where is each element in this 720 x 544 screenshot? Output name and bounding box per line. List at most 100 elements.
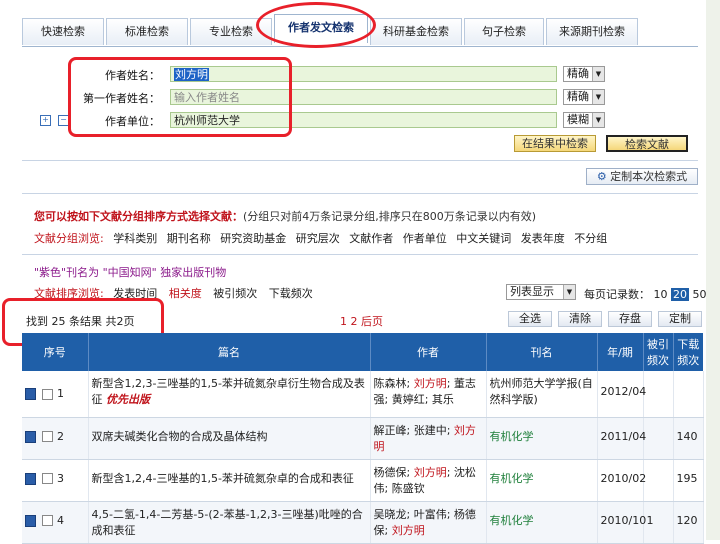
results-table: 序号 篇名 作者 刊名 年/期 被引频次 下载频次 1 新型含1,2,3-三唑基… xyxy=(22,333,704,544)
search-in-results-button[interactable]: 在结果中检索 xyxy=(514,135,596,152)
search-docs-button[interactable]: 检索文献 xyxy=(606,135,688,152)
tab-sentence-search[interactable]: 句子检索 xyxy=(464,18,544,45)
authors[interactable]: 解正峰; 张建中; xyxy=(374,424,454,437)
group-option[interactable]: 研究资助基金 xyxy=(220,232,286,245)
author-name-field[interactable]: 刘方明 xyxy=(170,66,557,82)
row-number: 1 xyxy=(57,387,64,400)
authors[interactable]: 陈森林; xyxy=(374,377,414,390)
author-cell: 陈森林; 刘方明; 董志强; 黄婷红; 其乐 xyxy=(370,371,487,418)
match-value: 精确 xyxy=(567,90,589,103)
side-strip xyxy=(706,0,720,540)
row-number-cell: 1 xyxy=(22,371,89,418)
journal-name[interactable]: 杭州师范大学学报(自然科学版) xyxy=(490,377,593,406)
customize-button[interactable]: 定制 xyxy=(658,311,702,327)
highlighted-author[interactable]: 刘方明 xyxy=(392,524,425,537)
highlighted-author[interactable]: 刘方明 xyxy=(414,466,447,479)
group-option[interactable]: 不分组 xyxy=(574,232,607,245)
grouping-intro: 您可以按如下文献分组排序方式选择文献：(分组只对前4万条记录分组,排序只在800… xyxy=(34,208,536,224)
group-option[interactable]: 发表年度 xyxy=(521,232,565,245)
unit-field[interactable]: 杭州师范大学 xyxy=(170,112,557,128)
highlighted-author[interactable]: 刘方明 xyxy=(414,377,447,390)
gear-icon: ⚙ xyxy=(596,170,611,183)
tab-fund-search[interactable]: 科研基金检索 xyxy=(370,18,462,45)
article-title[interactable]: 4,5-二氢-1,4-二芳基-5-(2-苯基-1,2,3-三唑基)吡唑的合成和表… xyxy=(92,508,363,537)
sort-option[interactable]: 发表时间 xyxy=(113,287,157,300)
group-option[interactable]: 文献作者 xyxy=(349,232,393,245)
clear-button[interactable]: 清除 xyxy=(558,311,602,327)
group-option[interactable]: 作者单位 xyxy=(403,232,447,245)
authors[interactable]: 杨德保; xyxy=(374,466,414,479)
journal-name[interactable]: 有机化学 xyxy=(490,430,534,443)
tab-author-search[interactable]: 作者发文检索 xyxy=(274,14,368,43)
group-option[interactable]: 期刊名称 xyxy=(167,232,211,245)
author-cell: 杨德保; 刘方明; 沈松伟; 陈盛钦 xyxy=(370,459,487,502)
cited-cell xyxy=(643,459,674,502)
per-page-label: 每页记录数： xyxy=(584,288,650,301)
chevron-down-icon: ▼ xyxy=(592,67,604,81)
unit-label: 作者单位： xyxy=(105,115,160,128)
download-icon[interactable] xyxy=(25,430,36,443)
divider xyxy=(22,193,698,194)
journal-cell: 有机化学 xyxy=(486,459,598,502)
first-author-match[interactable]: 精确 ▼ xyxy=(563,89,605,105)
list-display-select[interactable]: 列表显示 ▼ xyxy=(506,284,576,300)
group-option[interactable]: 学科类别 xyxy=(113,232,157,245)
article-title[interactable]: 双席夫碱类化合物的合成及晶体结构 xyxy=(92,430,268,443)
first-author-field[interactable]: 输入作者姓名 xyxy=(170,89,557,105)
chevron-down-icon: ▼ xyxy=(592,113,604,127)
sort-option[interactable]: 下载频次 xyxy=(269,287,313,300)
sort-option[interactable]: 被引频次 xyxy=(213,287,257,300)
tab-professional-search[interactable]: 专业检索 xyxy=(190,18,272,45)
row-number: 4 xyxy=(57,513,64,527)
group-option[interactable]: 研究层次 xyxy=(296,232,340,245)
row-checkbox[interactable] xyxy=(42,473,53,484)
download-icon[interactable] xyxy=(25,514,36,527)
purple-journal-note: "紫色"刊名为 "中国知网" 独家出版刊物 xyxy=(34,266,227,279)
row-number-cell: 2 xyxy=(22,417,89,460)
author-name-match[interactable]: 精确 ▼ xyxy=(563,66,605,82)
match-value: 模糊 xyxy=(567,113,589,126)
tab-standard-search[interactable]: 标准检索 xyxy=(106,18,188,45)
row-checkbox[interactable] xyxy=(42,388,53,400)
per-page-10[interactable]: 10 xyxy=(654,288,668,301)
per-page-row: 每页记录数： 10 20 50 xyxy=(584,286,707,302)
journal-cell: 有机化学 xyxy=(486,501,598,544)
table-header-row: 序号 篇名 作者 刊名 年/期 被引频次 下载频次 xyxy=(22,333,703,371)
divider xyxy=(22,160,698,161)
download-icon[interactable] xyxy=(25,388,36,400)
first-author-label: 第一作者姓名： xyxy=(83,92,160,105)
authors[interactable]: 吴晓龙; 叶富伟; 杨德保; xyxy=(374,508,476,537)
download-icon[interactable] xyxy=(25,472,36,485)
title-cell: 新型含1,2,3-三唑基的1,5-苯并硫氮杂卓衍生物合成及表征 优先出版 xyxy=(88,371,371,418)
tab-journal-search[interactable]: 来源期刊检索 xyxy=(546,18,638,45)
title-cell: 新型含1,2,4-三唑基的1,5-苯并硫氮杂卓的合成和表征 xyxy=(88,459,371,502)
divider xyxy=(22,254,698,255)
tab-quick-search[interactable]: 快速检索 xyxy=(22,18,104,45)
save-button[interactable]: 存盘 xyxy=(608,311,652,327)
chevron-down-icon: ▼ xyxy=(592,90,604,104)
article-title[interactable]: 新型含1,2,4-三唑基的1,5-苯并硫氮杂卓的合成和表征 xyxy=(92,472,354,485)
match-value: 精确 xyxy=(567,67,589,80)
journal-name[interactable]: 有机化学 xyxy=(490,514,534,527)
remove-row-icon[interactable]: − xyxy=(58,115,69,126)
row-checkbox[interactable] xyxy=(42,515,53,526)
col-header: 下载频次 xyxy=(673,333,703,371)
per-page-50[interactable]: 50 xyxy=(693,288,707,301)
group-option[interactable]: 中文关键词 xyxy=(456,232,511,245)
unit-match[interactable]: 模糊 ▼ xyxy=(563,112,605,128)
select-all-button[interactable]: 全选 xyxy=(508,311,552,327)
col-header: 被引频次 xyxy=(643,333,674,371)
downloads-cell: 120 xyxy=(673,501,704,544)
pagination[interactable]: 1 2 后页 xyxy=(340,313,383,329)
col-header: 年/期 xyxy=(597,333,644,371)
col-header: 篇名 xyxy=(88,333,371,371)
sort-option-active[interactable]: 相关度 xyxy=(169,287,202,300)
row-checkbox[interactable] xyxy=(42,431,53,442)
downloads-cell: 195 xyxy=(673,459,704,502)
per-page-20[interactable]: 20 xyxy=(671,288,689,301)
add-row-icon[interactable]: + xyxy=(40,115,51,126)
custom-search-button[interactable]: ⚙ 定制本次检索式 xyxy=(586,168,698,185)
grouping-browse-row: 文献分组浏览: 学科类别 期刊名称 研究资助基金 研究层次 文献作者 作者单位 … xyxy=(34,230,607,246)
row-number: 3 xyxy=(57,471,64,485)
journal-name[interactable]: 有机化学 xyxy=(490,472,534,485)
